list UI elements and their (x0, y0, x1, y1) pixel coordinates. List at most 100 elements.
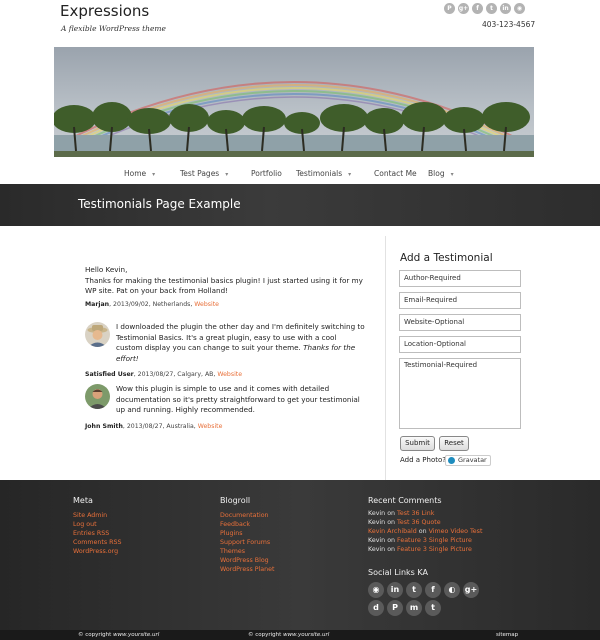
rss-icon[interactable]: ◉ (514, 3, 525, 14)
comment-post-link[interactable]: Feature 3 Single Picture (397, 537, 472, 544)
header-social-links: P g+ f t in ◉ (444, 3, 525, 14)
nav-item-contact-me[interactable]: Contact Me (374, 169, 417, 178)
nav-item-label: Blog (428, 169, 445, 178)
gravatar-icon (448, 457, 455, 464)
twitter-icon[interactable]: t (486, 3, 497, 14)
site-tagline: A flexible WordPress theme (61, 24, 166, 33)
myspace-icon[interactable]: m (406, 600, 422, 616)
footer-link[interactable]: Log out (73, 520, 122, 529)
list-item: Kevin on Test 36 Link (368, 509, 482, 518)
submit-button[interactable]: Submit (400, 436, 435, 451)
testimonial-text: Wow this plugin is simple to use and it … (116, 384, 360, 414)
recent-comments-list: Kevin on Test 36 Link Kevin on Test 36 Q… (368, 509, 482, 554)
site-title[interactable]: Expressions (60, 2, 149, 20)
page: Expressions A flexible WordPress theme P… (0, 0, 600, 640)
footer-link[interactable]: WordPress.org (73, 547, 122, 556)
footer-social-title: Social Links KA (368, 568, 428, 577)
comment-post-link[interactable]: Test 36 Quote (397, 519, 441, 526)
footer-link[interactable]: WordPress Planet (220, 565, 275, 574)
copyright-left: © copyright www.yoursite.url (78, 630, 159, 640)
testimonial-website-link[interactable]: Website (217, 371, 242, 378)
comment-on-word: on (387, 519, 396, 526)
testimonial-author: John Smith (85, 422, 123, 430)
chevron-down-icon: ▾ (225, 171, 229, 178)
footer-social-links: ◉ in t f ◐ g+ d P m t (368, 582, 488, 616)
testimonial-meta: Satisfied User, 2013/08/27, Calgary, AB,… (85, 370, 365, 381)
footer-link[interactable]: Themes (220, 547, 275, 556)
nav-item-home[interactable]: Home ▾ (124, 169, 155, 178)
sitemap-link[interactable]: sitemap (496, 630, 518, 640)
footer-recent-comments-title: Recent Comments (368, 496, 442, 505)
testimonial-website-link[interactable]: Website (198, 423, 223, 430)
testimonial-text: I downloaded the plugin the other day an… (116, 322, 365, 364)
testimonial-text: Thanks for making the testimonial basics… (85, 275, 363, 296)
comment-author: Kevin (368, 519, 386, 526)
testimonial-item: Hello Kevin, Thanks for making the testi… (85, 265, 365, 310)
list-item: Kevin on Test 36 Quote (368, 518, 482, 527)
location-field[interactable]: Location-Optional (399, 336, 521, 353)
testimonial-meta: John Smith, 2013/08/27, Australia, Websi… (85, 422, 365, 433)
digg-icon[interactable]: d (368, 600, 384, 616)
facebook-icon[interactable]: f (472, 3, 483, 14)
list-item: Kevin on Feature 3 Single Picture (368, 545, 482, 554)
tumblr-icon[interactable]: t (425, 600, 441, 616)
author-field[interactable]: Author-Required (399, 270, 521, 287)
site-header: Expressions A flexible WordPress theme P… (0, 0, 600, 46)
pinterest-icon[interactable]: P (387, 600, 403, 616)
testimonial-details: , 2013/08/27, Australia, (122, 422, 198, 430)
comment-author[interactable]: Kevin Archibald (368, 528, 417, 535)
twitter-icon[interactable]: t (406, 582, 422, 598)
footer-link[interactable]: Site Admin (73, 511, 122, 520)
testimonial-textarea[interactable]: Testimonial-Required (399, 358, 521, 429)
google-plus-icon[interactable]: g+ (463, 582, 479, 598)
site-footer: Meta Site Admin Log out Entries RSS Comm… (0, 480, 600, 630)
testimonial-details: , 2013/09/02, Netherlands, (109, 300, 195, 308)
sidebar-divider (385, 236, 386, 480)
footer-link[interactable]: Plugins (220, 529, 275, 538)
testimonial-website-link[interactable]: Website (194, 301, 219, 308)
picasa-icon[interactable]: ◐ (444, 582, 460, 598)
facebook-icon[interactable]: f (425, 582, 441, 598)
footer-meta-links: Site Admin Log out Entries RSS Comments … (73, 511, 122, 556)
footer-link[interactable]: Documentation (220, 511, 275, 520)
linkedin-icon[interactable]: in (500, 3, 511, 14)
footer-meta-title: Meta (73, 496, 93, 505)
gravatar-label: Gravatar (458, 456, 487, 464)
copyright-bar: © copyright www.yoursite.url © copyright… (0, 630, 600, 640)
copyright-site-link[interactable]: www.yoursite.url (283, 632, 329, 638)
pinterest-icon[interactable]: P (444, 3, 455, 14)
comment-post-link[interactable]: Test 36 Link (397, 510, 434, 517)
main-content: Hello Kevin, Thanks for making the testi… (0, 226, 600, 480)
comment-post-link[interactable]: Vimeo Video Test (429, 528, 483, 535)
testimonial-item: I downloaded the plugin the other day an… (85, 322, 365, 381)
nav-item-label: Home (124, 169, 147, 178)
comment-on-word: on (387, 510, 396, 517)
testimonial-author: Marjan (85, 300, 110, 308)
website-field[interactable]: Website-Optional (399, 314, 521, 331)
nav-item-blog[interactable]: Blog ▾ (428, 169, 454, 178)
footer-link[interactable]: Comments RSS (73, 538, 122, 547)
email-field[interactable]: Email-Required (399, 292, 521, 309)
linkedin-icon[interactable]: in (387, 582, 403, 598)
footer-link[interactable]: Entries RSS (73, 529, 122, 538)
google-plus-icon[interactable]: g+ (458, 3, 469, 14)
chevron-down-icon: ▾ (348, 171, 352, 178)
add-testimonial-title: Add a Testimonial (400, 252, 493, 264)
reset-button[interactable]: Reset (439, 436, 469, 451)
add-photo-label: Add a Photo? (400, 456, 446, 464)
nav-item-testimonials[interactable]: Testimonials ▾ (296, 169, 351, 178)
copyright-site-link[interactable]: www.yoursite.url (113, 632, 159, 638)
footer-link[interactable]: Support Forums (220, 538, 275, 547)
nav-item-test-pages[interactable]: Test Pages ▾ (180, 169, 228, 178)
footer-link[interactable]: WordPress Blog (220, 556, 275, 565)
footer-blogroll-title: Blogroll (220, 496, 251, 505)
main-navigation: Home ▾ Test Pages ▾ Portfolio Testimonials… (0, 164, 600, 184)
header-banner-image (54, 47, 534, 157)
rss-icon[interactable]: ◉ (368, 582, 384, 598)
footer-link[interactable]: Feedback (220, 520, 275, 529)
chevron-down-icon: ▾ (450, 171, 454, 178)
comment-post-link[interactable]: Feature 3 Single Picture (397, 546, 472, 553)
nav-item-portfolio[interactable]: Portfolio (251, 169, 282, 178)
avatar (85, 384, 110, 409)
gravatar-link[interactable]: Gravatar (445, 455, 491, 466)
